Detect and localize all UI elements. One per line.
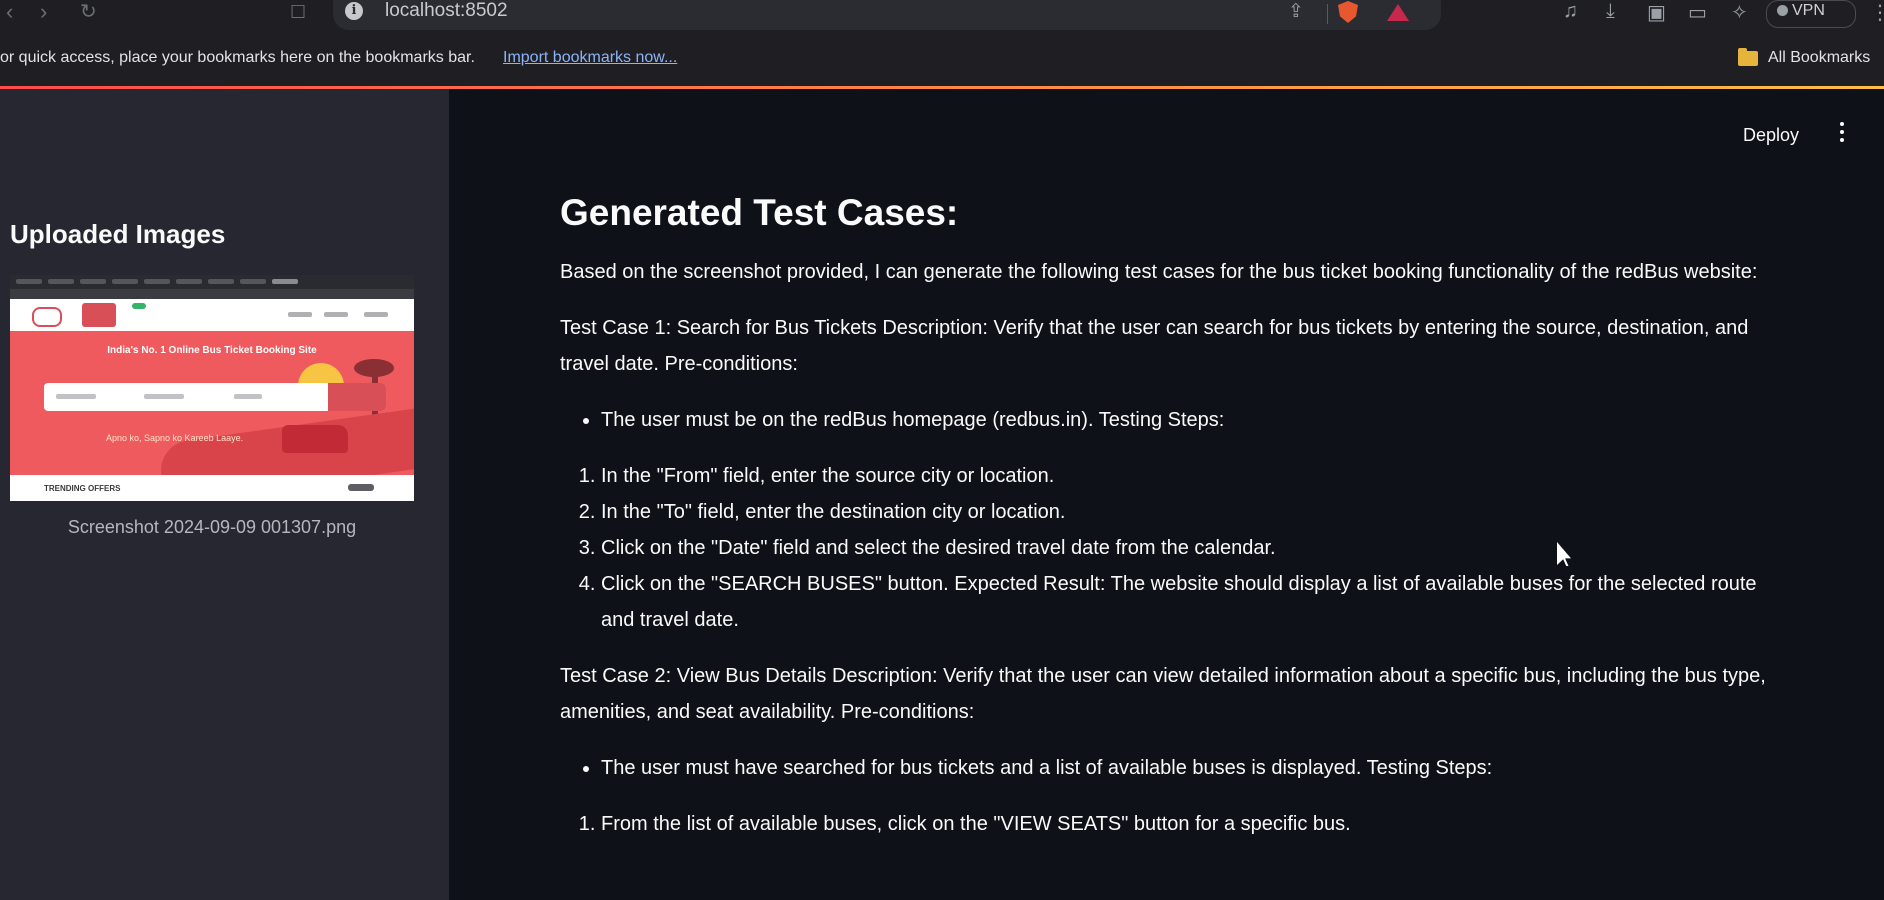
brave-shield-icon[interactable] — [1338, 1, 1358, 23]
folder-icon — [1738, 48, 1758, 66]
wallet-icon[interactable]: ▭ — [1688, 0, 1707, 25]
thumb-headline: India's No. 1 Online Bus Ticket Booking … — [107, 345, 317, 356]
sidebar-toggle-icon[interactable]: ▣ — [1647, 0, 1666, 25]
redbus-logo — [32, 307, 62, 327]
vpn-button[interactable]: VPN — [1766, 0, 1856, 28]
main-menu-icon[interactable] — [1837, 122, 1847, 146]
list-item: Click on the "SEARCH BUSES" button. Expe… — [601, 566, 1780, 638]
list-item: In the "From" field, enter the source ci… — [601, 458, 1780, 494]
sidebar-title: Uploaded Images — [10, 219, 226, 249]
list-item: In the "To" field, enter the destination… — [601, 494, 1780, 530]
test-case-1-summary: Test Case 1: Search for Bus Tickets Desc… — [560, 317, 1749, 376]
bookmarks-hint: or quick access, place your bookmarks he… — [0, 49, 475, 66]
thumb-address-bar — [10, 289, 414, 299]
test-case-2-preconditions: The user must have searched for bus tick… — [560, 750, 1780, 786]
uploaded-image-thumbnail[interactable]: India's No. 1 Online Bus Ticket Booking … — [10, 275, 414, 501]
test-case-2-steps: From the list of available buses, click … — [560, 806, 1780, 842]
media-icon[interactable]: ♫ — [1563, 0, 1578, 23]
vpn-label: VPN — [1792, 2, 1825, 19]
thumb-view-all — [348, 484, 374, 491]
list-item: From the list of available buses, click … — [601, 806, 1780, 842]
test-case-1-steps: In the "From" field, enter the source ci… — [560, 458, 1780, 638]
thumb-tagline: Apno ko, Sapno ko Kareeb Laaye. — [106, 433, 244, 443]
vpn-status-icon — [1777, 5, 1788, 16]
page-title: Generated Test Cases: — [560, 192, 959, 233]
share-icon[interactable]: ⇪ — [1288, 0, 1304, 23]
import-bookmarks-link[interactable]: Import bookmarks now... — [503, 49, 677, 67]
list-item: Click on the "Date" field and select the… — [601, 530, 1780, 566]
test-case-2-summary: Test Case 2: View Bus Details Descriptio… — [560, 665, 1766, 724]
bookmark-icon[interactable]: ☐ — [290, 2, 306, 22]
all-bookmarks-button[interactable]: All Bookmarks — [1768, 49, 1870, 67]
download-icon[interactable]: ⤓ — [1606, 0, 1615, 23]
leo-ai-icon[interactable]: ✧ — [1731, 0, 1748, 25]
thumb-nav-item — [364, 312, 388, 317]
thumb-browser-chrome — [10, 275, 414, 289]
omnibox-divider — [1327, 4, 1328, 24]
test-case-1-preconditions: The user must be on the redBus homepage … — [560, 402, 1780, 438]
list-item: The user must be on the redBus homepage … — [601, 402, 1780, 438]
thumb-nav-item — [324, 312, 348, 317]
thumb-offers-label: TRENDING OFFERS — [44, 484, 121, 493]
main-content: Deploy Generated Test Cases: Based on th… — [449, 89, 1884, 900]
thumb-new-badge — [132, 303, 146, 309]
thumb-bus — [282, 425, 348, 453]
reload-icon[interactable]: ↻ — [80, 2, 97, 22]
test-cases-output: Generated Test Cases: Based on the scree… — [560, 189, 1780, 862]
url-text[interactable]: localhost:8502 — [385, 0, 508, 22]
address-bar[interactable]: i localhost:8502 ⇪ — [333, 0, 1441, 30]
thumb-site-header — [10, 299, 414, 331]
thumb-search-button — [328, 383, 386, 411]
thumb-nav-item — [288, 312, 312, 317]
back-icon[interactable]: ‹ — [6, 1, 13, 23]
browser-toolbar: ‹ › ↻ ☐ i localhost:8502 ⇪ ♫ ⤓ ▣ ▭ ✧ VPN… — [0, 0, 1884, 42]
forward-icon[interactable]: › — [40, 1, 47, 23]
sidebar: Uploaded Images India's No. 1 Online Bus… — [0, 89, 449, 900]
intro-paragraph: Based on the screenshot provided, I can … — [560, 261, 1758, 284]
bookmarks-bar: or quick access, place your bookmarks he… — [0, 42, 1884, 86]
thumb-bus-tickets-tab — [82, 303, 116, 327]
browser-menu-icon[interactable]: ⋮ — [1870, 0, 1884, 25]
deploy-button[interactable]: Deploy — [1743, 125, 1799, 146]
list-item: The user must have searched for bus tick… — [601, 750, 1780, 786]
brave-rewards-icon[interactable] — [1387, 4, 1409, 21]
site-info-icon[interactable]: i — [345, 2, 363, 20]
thumb-offers-strip: TRENDING OFFERS — [10, 475, 414, 501]
image-caption: Screenshot 2024-09-09 001307.png — [67, 517, 357, 537]
